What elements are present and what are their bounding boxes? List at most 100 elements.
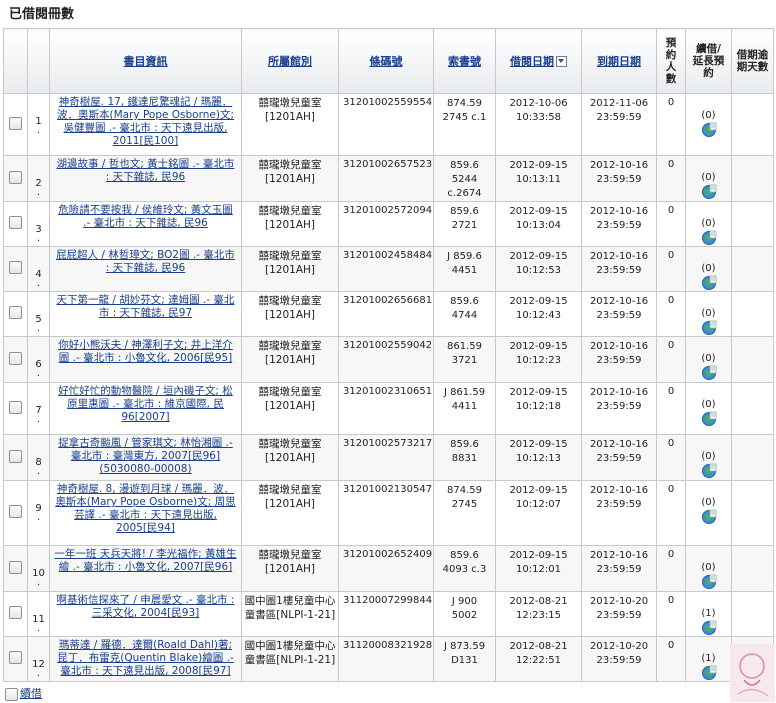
row-overdue-cell — [731, 201, 774, 247]
book-title-link[interactable]: 神奇樹屋. 8, 漫遊到月球 / 瑪麗．波．奧斯本(Mary Pope Osbo… — [55, 483, 235, 534]
sort-loan-date-link[interactable]: 借閱日期 — [510, 55, 554, 68]
globe-renew-icon[interactable] — [701, 275, 717, 291]
row-holds: 0 — [656, 636, 686, 682]
globe-renew-icon[interactable] — [701, 320, 717, 336]
row-overdue-cell — [731, 336, 774, 383]
call-no-line: 2721 — [451, 220, 478, 231]
row-checkbox[interactable] — [9, 651, 22, 664]
globe-renew-icon[interactable] — [701, 463, 717, 479]
call-no-line: J 900 — [451, 596, 478, 607]
globe-renew-icon[interactable] — [701, 574, 717, 590]
row-checkbox[interactable] — [9, 216, 22, 229]
select-all-checkbox[interactable] — [5, 687, 18, 701]
sort-barcode-link[interactable]: 條碼號 — [370, 55, 403, 68]
row-checkbox[interactable] — [9, 505, 22, 518]
due-time: 23:59:59 — [596, 610, 642, 621]
sort-location-link[interactable]: 所屬館別 — [268, 55, 312, 68]
row-renew-cell: (0) — [685, 480, 732, 546]
header-index — [27, 28, 50, 94]
book-title-link[interactable]: 一年一班 天兵天將! / 李光福作; 黃雄生繪 .- 臺北市 : 小魯文化, 2… — [54, 548, 236, 573]
header-loan-date[interactable]: 借閱日期 — [495, 28, 582, 94]
globe-renew-icon[interactable] — [701, 184, 717, 200]
due-time: 23:59:59 — [596, 401, 642, 412]
location-name: 囍瓏墩兒童室 — [258, 295, 322, 307]
row-holds: 0 — [656, 155, 686, 202]
row-checkbox[interactable] — [9, 170, 22, 184]
row-location-cell: 囍瓏墩兒童室 [1201AH] — [241, 336, 339, 383]
row-renew-cell: (1) — [685, 636, 732, 682]
row-barcode: 31201002130547 — [338, 480, 434, 546]
book-title-link[interactable]: 湖邊故事 / 哲也文; 黃士銘圖 .- 臺北市 : 天下雜誌, 民96 — [57, 158, 235, 183]
row-checkbox[interactable] — [9, 560, 22, 574]
header-call-no[interactable]: 索書號 — [433, 28, 496, 94]
book-title-link[interactable]: 瑪蒂達 / 羅德．達爾(Roald Dahl)著; 昆丁．布雷克(Quentin… — [57, 639, 233, 677]
globe-renew-icon[interactable] — [701, 230, 717, 246]
header-holds: 預約人數 — [656, 28, 686, 94]
book-title-link[interactable]: 你好小熊沃夫 / 神澤利子文; 井上洋介圖 .- 臺北市 : 小魯文化, 200… — [58, 339, 233, 364]
renew-count: (0) — [701, 218, 716, 229]
row-index-cell: 6. — [27, 336, 50, 383]
row-select-cell — [3, 201, 28, 247]
call-no-line: 2745 c.1 — [442, 112, 487, 123]
row-location-cell: 國中圖1樓兒童中心童書區[NLPI-1-21] — [241, 591, 339, 637]
sort-due-date-link[interactable]: 到期日期 — [597, 55, 641, 68]
row-checkbox[interactable] — [9, 400, 22, 414]
sort-call-no-link[interactable]: 索書號 — [448, 55, 481, 68]
call-no-line: J 873.59 — [443, 641, 486, 652]
due-date: 2012-10-16 — [589, 251, 649, 262]
due-time: 23:59:59 — [596, 220, 642, 231]
globe-renew-icon[interactable] — [701, 509, 717, 525]
row-index-cell: 5. — [27, 291, 50, 337]
book-title-link[interactable]: 捉拿古奇颱風 / 管家琪文; 林怡湘圖 .- 臺北市 : 臺灣東方, 2007[… — [58, 437, 233, 475]
row-checkbox[interactable] — [9, 306, 22, 319]
row-checkbox[interactable] — [9, 606, 22, 619]
row-select-cell — [3, 291, 28, 337]
row-checkbox[interactable] — [9, 116, 22, 130]
header-due-date[interactable]: 到期日期 — [581, 28, 657, 94]
loan-date: 2012-09-15 — [509, 485, 568, 496]
row-due-date-cell: 2012-10-16 23:59:59 — [581, 545, 657, 592]
globe-renew-icon[interactable] — [701, 365, 717, 381]
book-title-link[interactable]: 啊基術信探來了 / 申晨愛文 .- 臺北市 : 三采文化, 2004[民93] — [57, 594, 235, 619]
row-loan-date-cell: 2012-09-15 10:12:18 — [495, 382, 582, 435]
header-location[interactable]: 所屬館別 — [241, 28, 339, 94]
location-name: 國中圖1樓兒童中心童書區[NLPI-1-21] — [244, 595, 336, 621]
book-title-link[interactable]: 天下第一龍 / 胡妙芬文; 達姆圖 .- 臺北市 : 天下雜誌, 民97 — [57, 294, 235, 319]
location-code: [1201AH] — [265, 400, 315, 412]
row-due-date-cell: 2012-10-16 23:59:59 — [581, 382, 657, 435]
location-code: [1201AH] — [265, 354, 315, 366]
book-title-link[interactable]: 危險請不要按我 / 侯維玲文; 黃文玉圖 .- 臺北市 : 天下雜誌, 民96 — [58, 204, 233, 229]
globe-renew-icon[interactable] — [701, 411, 717, 427]
book-title-link[interactable]: 好忙好忙的動物醫院 / 垣內磯子文; 松原里惠圖 .- 臺北市 : 維京國際, … — [58, 385, 233, 423]
header-barcode[interactable]: 條碼號 — [338, 28, 434, 94]
book-title-link[interactable]: 神奇樹屋. 17, 鐵達尼驚魂記 / 瑪麗．波．奧斯本(Mary Pope Os… — [57, 96, 234, 147]
renew-count: (0) — [701, 308, 716, 319]
table-row: 11. 啊基術信探來了 / 申晨愛文 .- 臺北市 : 三采文化, 2004[民9… — [3, 591, 774, 637]
table-row: 10. 一年一班 天兵天將! / 李光福作; 黃雄生繪 .- 臺北市 : 小魯文化… — [3, 545, 774, 592]
row-renew-cell: (0) — [685, 291, 732, 337]
call-no-line: 859.6 — [450, 550, 479, 561]
sort-down-icon[interactable] — [556, 55, 567, 67]
table-row: 7. 好忙好忙的動物醫院 / 垣內磯子文; 松原里惠圖 .- 臺北市 : 維京國際… — [3, 382, 774, 435]
table-row: 8. 捉拿古奇颱風 / 管家琪文; 林怡湘圖 .- 臺北市 : 臺灣東方, 200… — [3, 434, 774, 481]
call-no-line: D131 — [451, 655, 478, 666]
row-checkbox[interactable] — [9, 351, 22, 365]
globe-renew-icon[interactable] — [701, 620, 717, 636]
location-name: 囍瓏墩兒童室 — [258, 159, 322, 171]
row-select-cell — [3, 155, 28, 202]
renew-count: (0) — [701, 399, 716, 410]
globe-renew-icon[interactable] — [701, 122, 717, 138]
row-call-no-cell: 859.6 8831 — [433, 434, 496, 481]
header-title[interactable]: 書目資訊 — [49, 28, 242, 94]
renew-count: (0) — [701, 497, 716, 508]
globe-renew-icon[interactable] — [701, 665, 717, 681]
loan-time: 10:12:13 — [516, 453, 561, 464]
row-location-cell: 囍瓏墩兒童室 [1201AH] — [241, 291, 339, 337]
row-checkbox[interactable] — [9, 261, 22, 274]
row-checkbox[interactable] — [9, 449, 22, 463]
renew-link[interactable]: 續借 — [20, 687, 42, 700]
row-title-cell: 屁屁超人 / 林哲璋文; BO2圖 .- 臺北市 : 天下雜誌, 民96 — [49, 246, 242, 292]
sort-title-link[interactable]: 書目資訊 — [124, 55, 168, 68]
book-title-link[interactable]: 屁屁超人 / 林哲璋文; BO2圖 .- 臺北市 : 天下雜誌, 民96 — [56, 249, 235, 274]
loan-date: 2012-10-06 — [509, 98, 568, 109]
